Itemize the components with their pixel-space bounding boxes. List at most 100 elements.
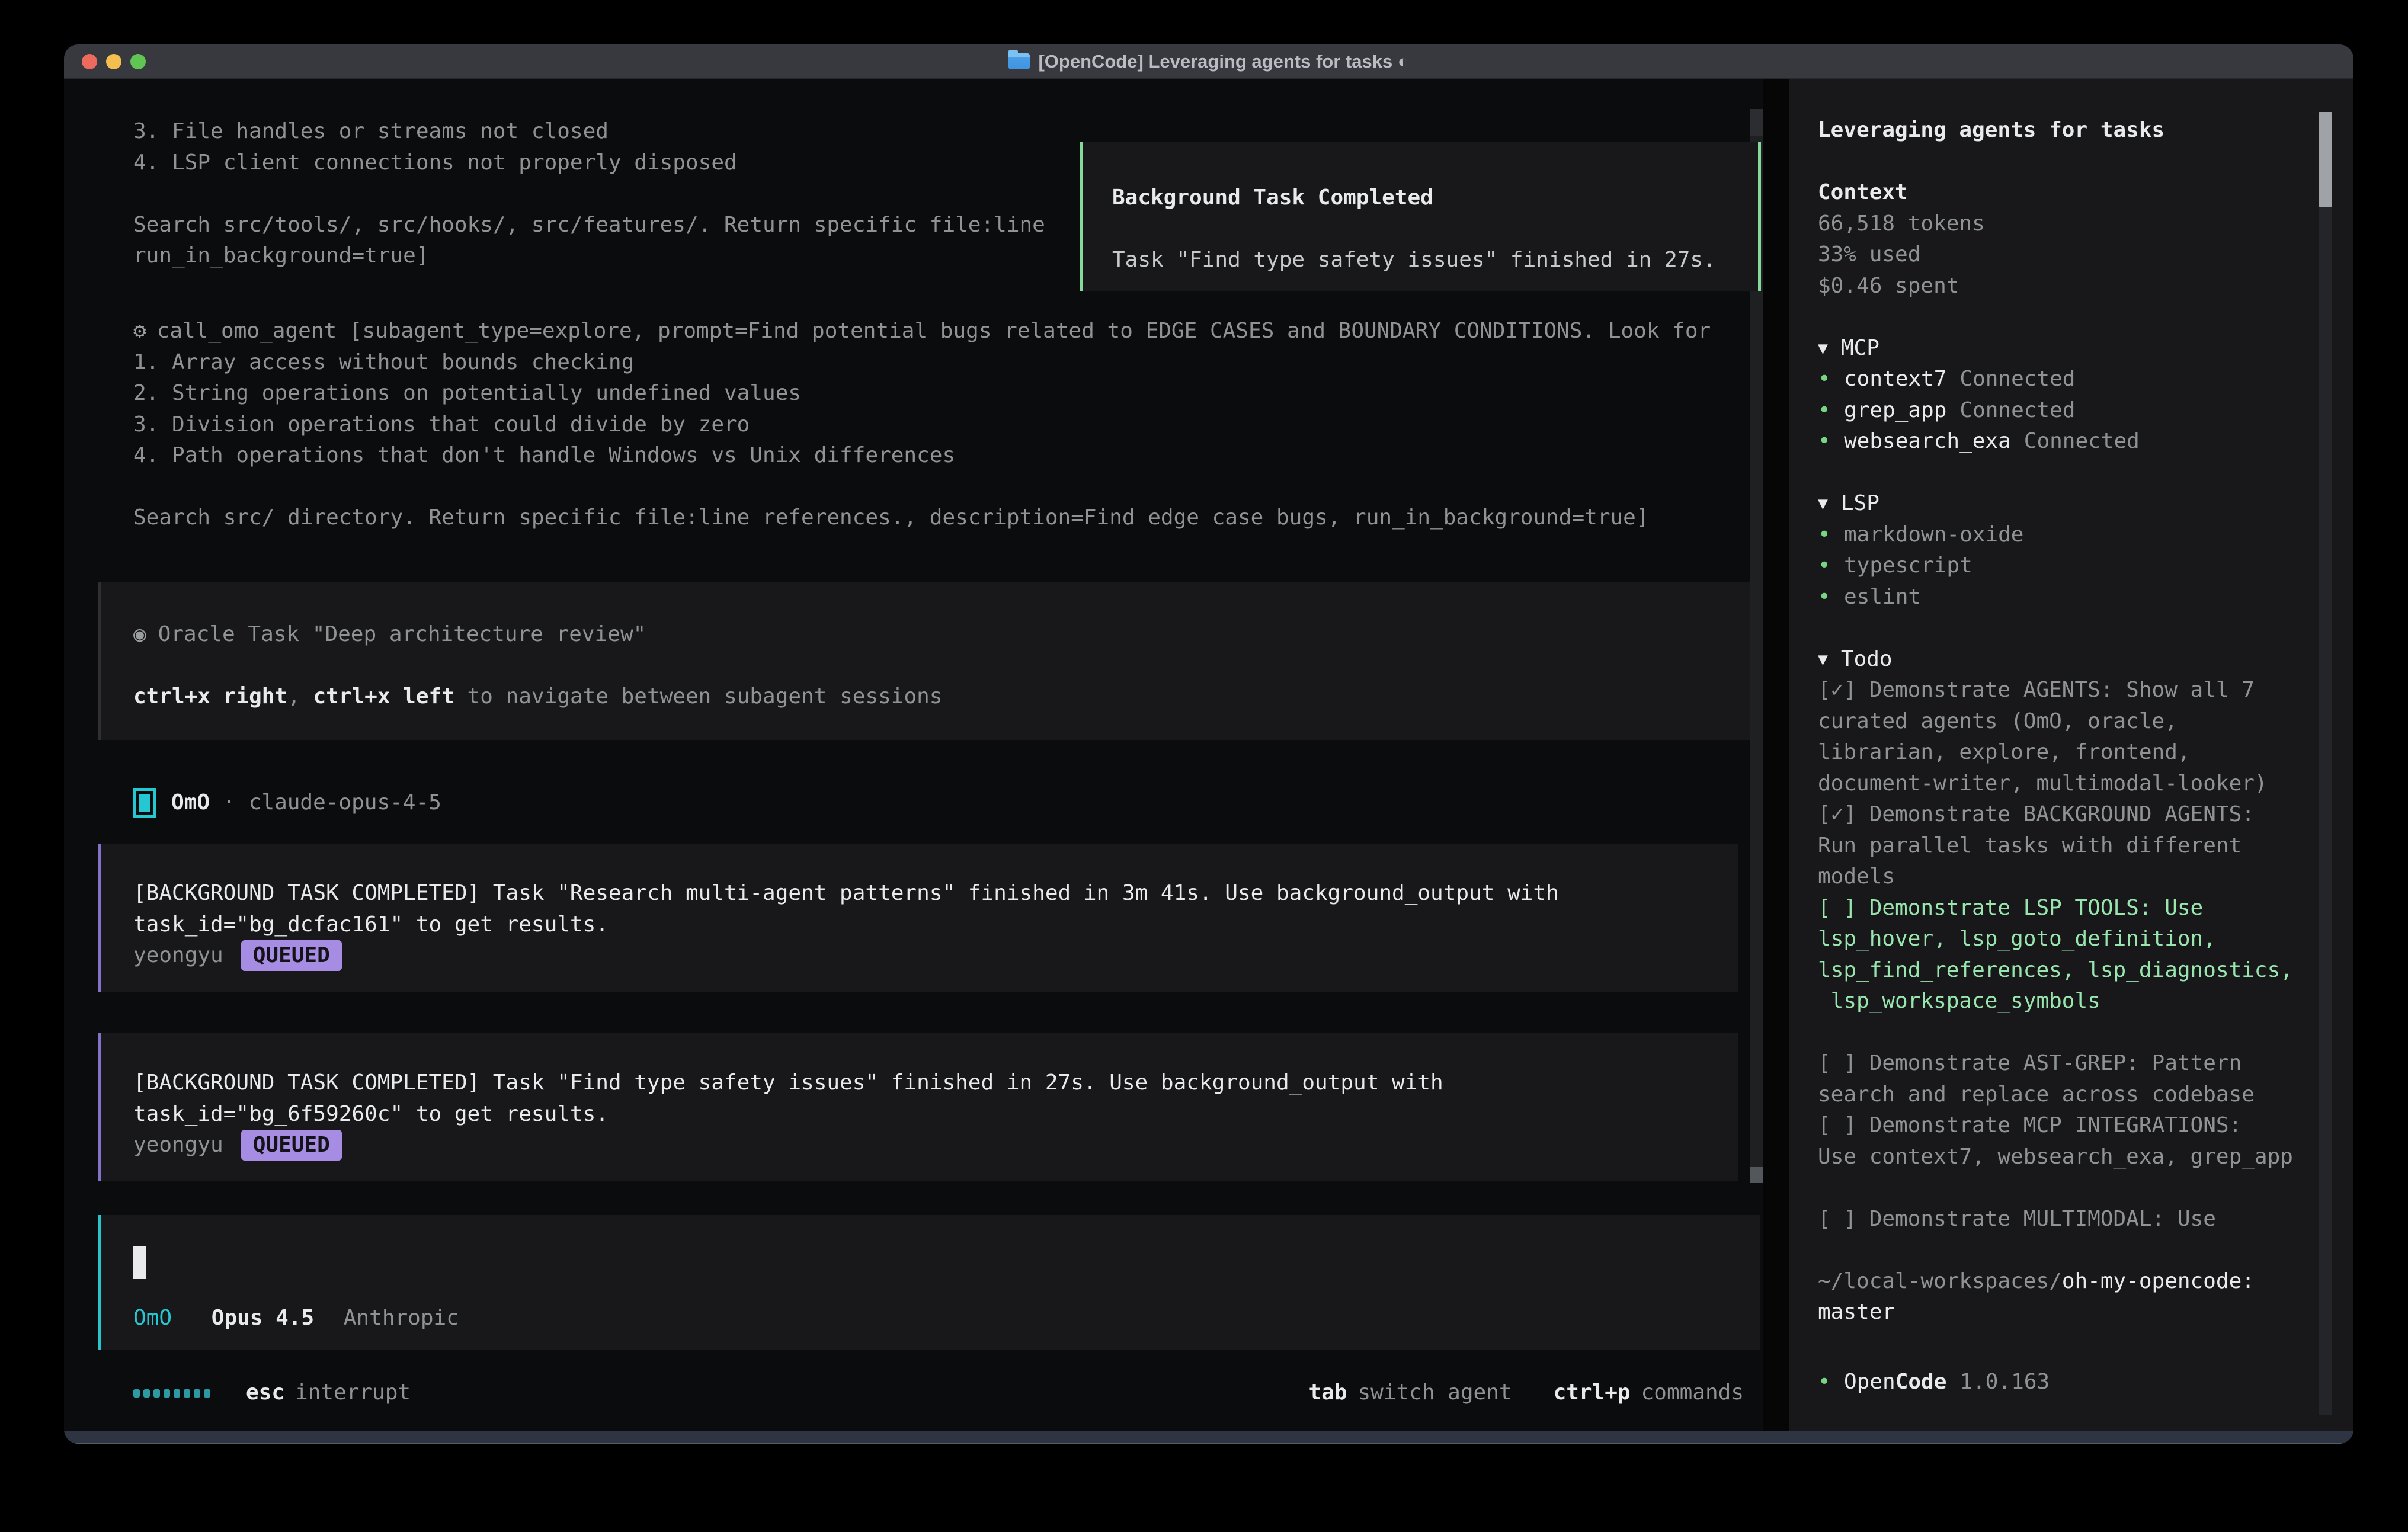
oracle-task-title-row: ◉ Oracle Task "Deep architecture review" (133, 619, 1760, 650)
opencode-window: [OpenCode] Leveraging agents for tasks ◐… (64, 44, 2353, 1444)
status-dot-icon: • (1818, 395, 1844, 427)
workspace-branch: master (1818, 1297, 2333, 1328)
message-user: yeongyu (133, 940, 223, 972)
prompt-input[interactable]: OmO Opus 4.5 Anthropic (98, 1215, 1760, 1350)
tool-call-line: call_omo_agent [subagent_type=explore, p… (157, 319, 1711, 343)
minimize-button[interactable] (106, 54, 121, 69)
mcp-name: context7 (1844, 364, 1946, 395)
chevron-down-icon: ▼ (1818, 333, 1828, 364)
lsp-name: typescript (1844, 550, 1972, 582)
oracle-task-panel: ◉Oracle Task "Deep architecture review" … (98, 582, 1760, 740)
lsp-section: ▼ LSP • markdown-oxide • typescript • (1818, 488, 2333, 613)
mcp-section: ▼ MCP • context7 Connected • grep_app Co… (1818, 333, 2333, 457)
tab-key-hint: tab (1308, 1377, 1347, 1409)
esc-key-label: interrupt (295, 1377, 411, 1409)
todo-item-done: [✓] Demonstrate BACKGROUND AGENTS: Run p… (1818, 799, 2333, 893)
separator-dot: · (223, 787, 236, 819)
text-cursor (133, 1246, 146, 1279)
todo-item-done: [✓] Demonstrate AGENTS: Show all 7 curat… (1818, 675, 2333, 799)
todo-item-pending: [ ] Demonstrate MULTIMODAL: Use (1818, 1204, 2333, 1235)
lsp-item: • typescript (1818, 550, 2333, 582)
message-line: task_id="bg_dcfac161" to get results. (133, 909, 1738, 941)
status-badge: QUEUED (241, 1130, 342, 1161)
status-dot-icon: • (1818, 364, 1844, 395)
scrollbar-thumb[interactable] (1750, 1167, 1763, 1183)
footer-edge (64, 1443, 2353, 1444)
esc-key-hint: esc (246, 1377, 284, 1409)
message-meta: yeongyu QUEUED (133, 940, 1738, 972)
status-dot-icon: • (1818, 426, 1844, 457)
tool-call-body: 1. Array access without bounds checking … (133, 350, 1649, 530)
sidebar: Leveraging agents for tasks Context 66,5… (1789, 79, 2353, 1431)
todo-item-pending: [ ] Demonstrate AST-GREP: Pattern search… (1818, 1048, 2333, 1110)
lsp-name: eslint (1844, 582, 1921, 613)
sidebar-scrollbar[interactable] (2319, 112, 2332, 1415)
lsp-name: markdown-oxide (1844, 520, 2023, 551)
message-user: yeongyu (133, 1130, 223, 1161)
mcp-status: Connected (1959, 364, 2075, 395)
ctrlp-key-hint: ctrl+p (1554, 1377, 1631, 1409)
mcp-heading: MCP (1841, 333, 1879, 364)
radio-circle-icon: ◉ (133, 622, 146, 646)
lsp-item: • markdown-oxide (1818, 520, 2333, 551)
agent-block-icon (133, 788, 156, 818)
window-title-group: [OpenCode] Leveraging agents for tasks ◐ (1008, 51, 1408, 72)
titlebar: [OpenCode] Leveraging agents for tasks ◐ (64, 44, 2353, 79)
background-task-message: [BACKGROUND TASK COMPLETED] Task "Find t… (98, 1033, 1738, 1181)
window-title: [OpenCode] Leveraging agents for tasks ◐ (1038, 51, 1408, 72)
app-version-row: • OpenCode 1.0.163 (1818, 1367, 2333, 1398)
mcp-name: websearch_exa (1844, 426, 2011, 457)
zoom-button[interactable] (130, 54, 146, 69)
mcp-item: • grep_app Connected (1818, 395, 2333, 427)
context-heading: Context (1818, 177, 2333, 209)
todo-heading: Todo (1841, 644, 1893, 675)
ctrlp-key-label: commands (1641, 1377, 1744, 1409)
workspace-prefix: ~/local-workspaces/ (1818, 1269, 2062, 1293)
agent-name: OmO (171, 787, 210, 819)
model-provider: Anthropic (344, 1306, 459, 1330)
app-name: Open (1844, 1367, 1895, 1398)
workspace-path: ~/local-workspaces/oh-my-opencode: maste… (1818, 1266, 2333, 1328)
context-spent: $0.46 spent (1818, 271, 2333, 302)
scrollback-text: 3. File handles or streams not closed 4.… (133, 116, 1045, 272)
active-model: Opus 4.5 (212, 1306, 314, 1330)
sidebar-scrollbar-thumb[interactable] (2319, 112, 2332, 207)
notification-body: Task "Find type safety issues" finished … (1112, 245, 1758, 276)
mcp-status: Connected (1959, 395, 2075, 427)
mcp-item: • context7 Connected (1818, 364, 2333, 395)
toast-notification: Background Task Completed Task "Find typ… (1080, 142, 1761, 291)
message-meta: yeongyu QUEUED (133, 1130, 1738, 1161)
content: 3. File handles or streams not closed 4.… (64, 79, 2353, 1431)
model-row: OmO Opus 4.5 Anthropic (133, 1303, 459, 1334)
folder-icon (1008, 53, 1030, 69)
todo-section: ▼ Todo [✓] Demonstrate AGENTS: Show all … (1818, 644, 2333, 1235)
spinner-icon (133, 1389, 210, 1398)
context-tokens: 66,518 tokens (1818, 209, 2333, 240)
chevron-down-icon: ▼ (1818, 488, 1828, 520)
message-line: [BACKGROUND TASK COMPLETED] Task "Find t… (133, 1068, 1738, 1099)
oracle-task-title: Oracle Task "Deep architecture review" (158, 622, 646, 646)
lsp-section-toggle[interactable]: ▼ LSP (1818, 488, 1879, 520)
status-dot-icon: • (1818, 520, 1844, 551)
status-bar: esc interrupt tab switch agent ctrl+p co… (64, 1377, 1763, 1409)
status-dot-icon: • (1818, 550, 1844, 582)
app-name-bold: Code (1895, 1367, 1947, 1398)
mcp-status: Connected (2024, 426, 2140, 457)
agent-tool-call: ⚙ call_omo_agent [subagent_type=explore, … (133, 316, 1711, 534)
panel-divider (1763, 79, 1789, 1431)
window-footer (64, 1431, 2353, 1444)
background-task-message: [BACKGROUND TASK COMPLETED] Task "Resear… (98, 844, 1738, 992)
context-used: 33% used (1818, 239, 2333, 271)
gear-icon: ⚙ (133, 319, 146, 343)
terminal-main: 3. File handles or streams not closed 4.… (64, 79, 1763, 1431)
hint-key: ctrl+x left (313, 684, 454, 709)
session-title: Leveraging agents for tasks (1818, 115, 2333, 146)
status-dot-icon: • (1818, 582, 1844, 613)
todo-section-toggle[interactable]: ▼ Todo (1818, 644, 1893, 675)
mcp-section-toggle[interactable]: ▼ MCP (1818, 333, 1879, 364)
desktop: [OpenCode] Leveraging agents for tasks ◐… (0, 0, 2408, 1532)
status-badge: QUEUED (241, 940, 342, 971)
tab-key-label: switch agent (1357, 1377, 1512, 1409)
close-button[interactable] (82, 54, 97, 69)
message-line: [BACKGROUND TASK COMPLETED] Task "Resear… (133, 878, 1738, 909)
